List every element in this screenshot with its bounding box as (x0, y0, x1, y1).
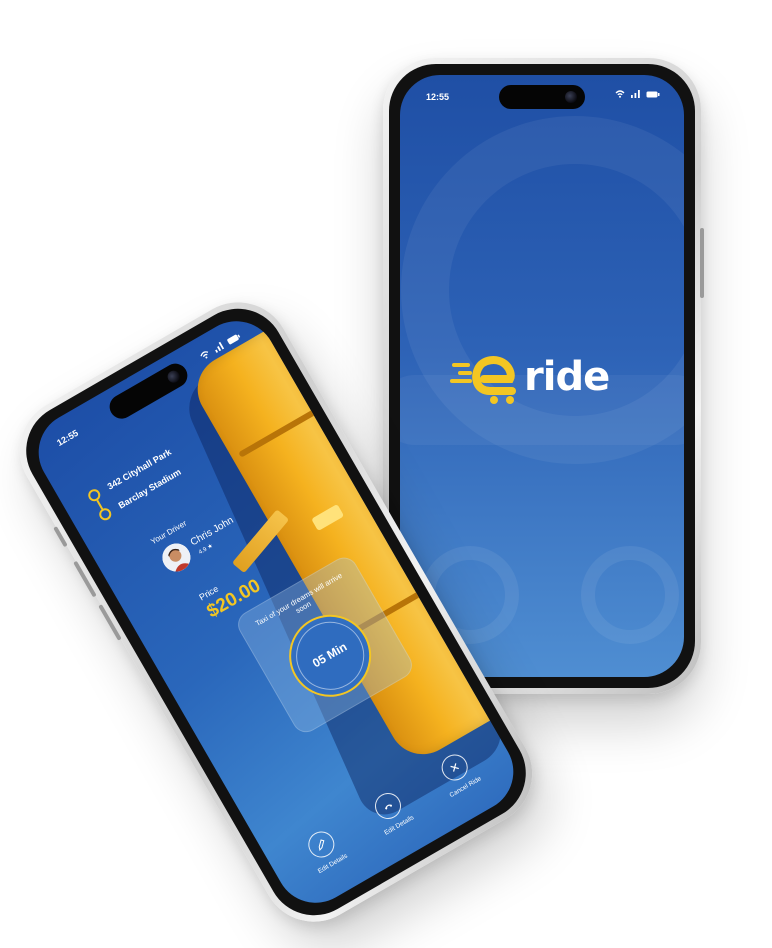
driver-name: Chris John (188, 514, 236, 549)
logo-e-mark-icon (450, 356, 516, 404)
camera-icon (165, 368, 182, 385)
battery-icon (227, 334, 240, 344)
signal-icon (215, 341, 225, 354)
status-icons (615, 90, 660, 98)
wifi-icon (200, 351, 209, 359)
dropoff-pin-icon (97, 506, 114, 523)
camera-icon (565, 91, 577, 103)
edit-icon (303, 826, 340, 863)
status-time: 12:55 (55, 427, 81, 448)
pickup-pin-icon (86, 487, 103, 504)
eride-logo: ride (450, 349, 610, 405)
status-time: 12:55 (426, 92, 450, 102)
splash-screen: 12:55 ride (400, 75, 684, 677)
edit-details-button[interactable]: Edit Details (285, 816, 365, 885)
power-button (700, 228, 704, 298)
dynamic-island (105, 359, 192, 424)
signal-icon (631, 90, 640, 98)
driver-section-label: Your Driver (149, 518, 189, 547)
dynamic-island (499, 85, 585, 109)
driver-avatar (157, 538, 196, 577)
wifi-icon (615, 90, 625, 98)
battery-icon (646, 91, 660, 97)
driver-avatar-icon (157, 538, 196, 577)
logo-wordmark: ride (524, 354, 610, 400)
route-summary: 342 Cityhall Park Barclay Stadium (84, 442, 187, 527)
